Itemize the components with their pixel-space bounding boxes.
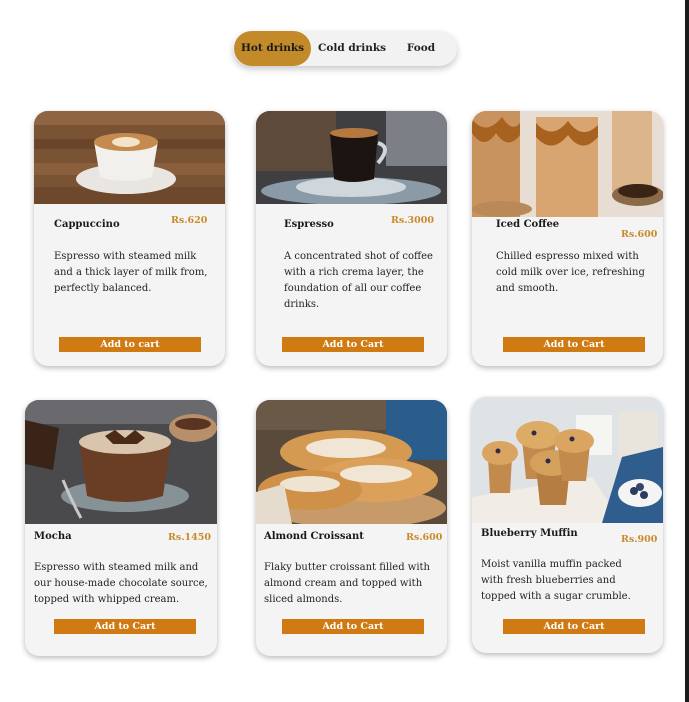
product-price: Rs.3000 [391,215,434,226]
product-name: Cappuccino [54,219,120,230]
croissant-photo [256,400,447,524]
add-to-cart-button[interactable]: Add to Cart [282,619,424,634]
product-name: Blueberry Muffin [481,528,578,539]
product-name: Espresso [284,219,334,230]
cappuccino-photo [34,111,225,204]
add-to-cart-button[interactable]: Add to Cart [503,337,645,352]
tab-hot-drinks[interactable]: Hot drinks [234,31,311,66]
add-to-cart-button[interactable]: Add to Cart [282,337,424,352]
add-to-cart-button[interactable]: Add to Cart [54,619,196,634]
category-tabs: Hot drinks Cold drinks Food [233,31,457,66]
product-description: Flaky butter croissant filled with almon… [264,562,430,605]
iced-coffee-photo [472,111,663,217]
product-price: Rs.600 [621,229,658,240]
add-to-cart-button[interactable]: Add to cart [59,337,201,352]
product-card-cappuccino: Cappuccino Rs.620 Espresso with steamed … [34,111,225,366]
product-name: Mocha [34,531,72,542]
product-description: Moist vanilla muffin packed with fresh b… [481,559,631,602]
product-card-mocha: Mocha Rs.1450 Espresso with steamed milk… [25,400,217,656]
add-to-cart-button[interactable]: Add to Cart [503,619,645,634]
window-edge [685,0,689,702]
product-price: Rs.620 [171,215,208,226]
tab-cold-drinks[interactable]: Cold drinks [315,31,389,66]
product-description: Espresso with steamed milk and a thick l… [54,251,208,294]
mocha-photo [25,400,217,524]
product-description: Espresso with steamed milk and our house… [34,562,208,605]
product-card-iced-coffee: Iced Coffee Rs.600 Chilled espresso mixe… [472,111,663,366]
muffin-photo [472,397,663,523]
product-description: A concentrated shot of coffee with a ric… [284,251,433,310]
tab-food[interactable]: Food [395,31,447,66]
product-name: Almond Croissant [264,531,364,542]
product-card-almond-croissant: Almond Croissant Rs.600 Flaky butter cro… [256,400,447,656]
product-description: Chilled espresso mixed with cold milk ov… [496,251,645,294]
product-price: Rs.1450 [168,532,211,543]
product-name: Iced Coffee [496,219,560,230]
product-card-blueberry-muffin: Blueberry Muffin Rs.900 Moist vanilla mu… [472,397,663,653]
product-price: Rs.600 [406,532,443,543]
product-card-espresso: Espresso Rs.3000 A concentrated shot of … [256,111,447,366]
product-price: Rs.900 [621,534,658,545]
espresso-photo [256,111,447,204]
